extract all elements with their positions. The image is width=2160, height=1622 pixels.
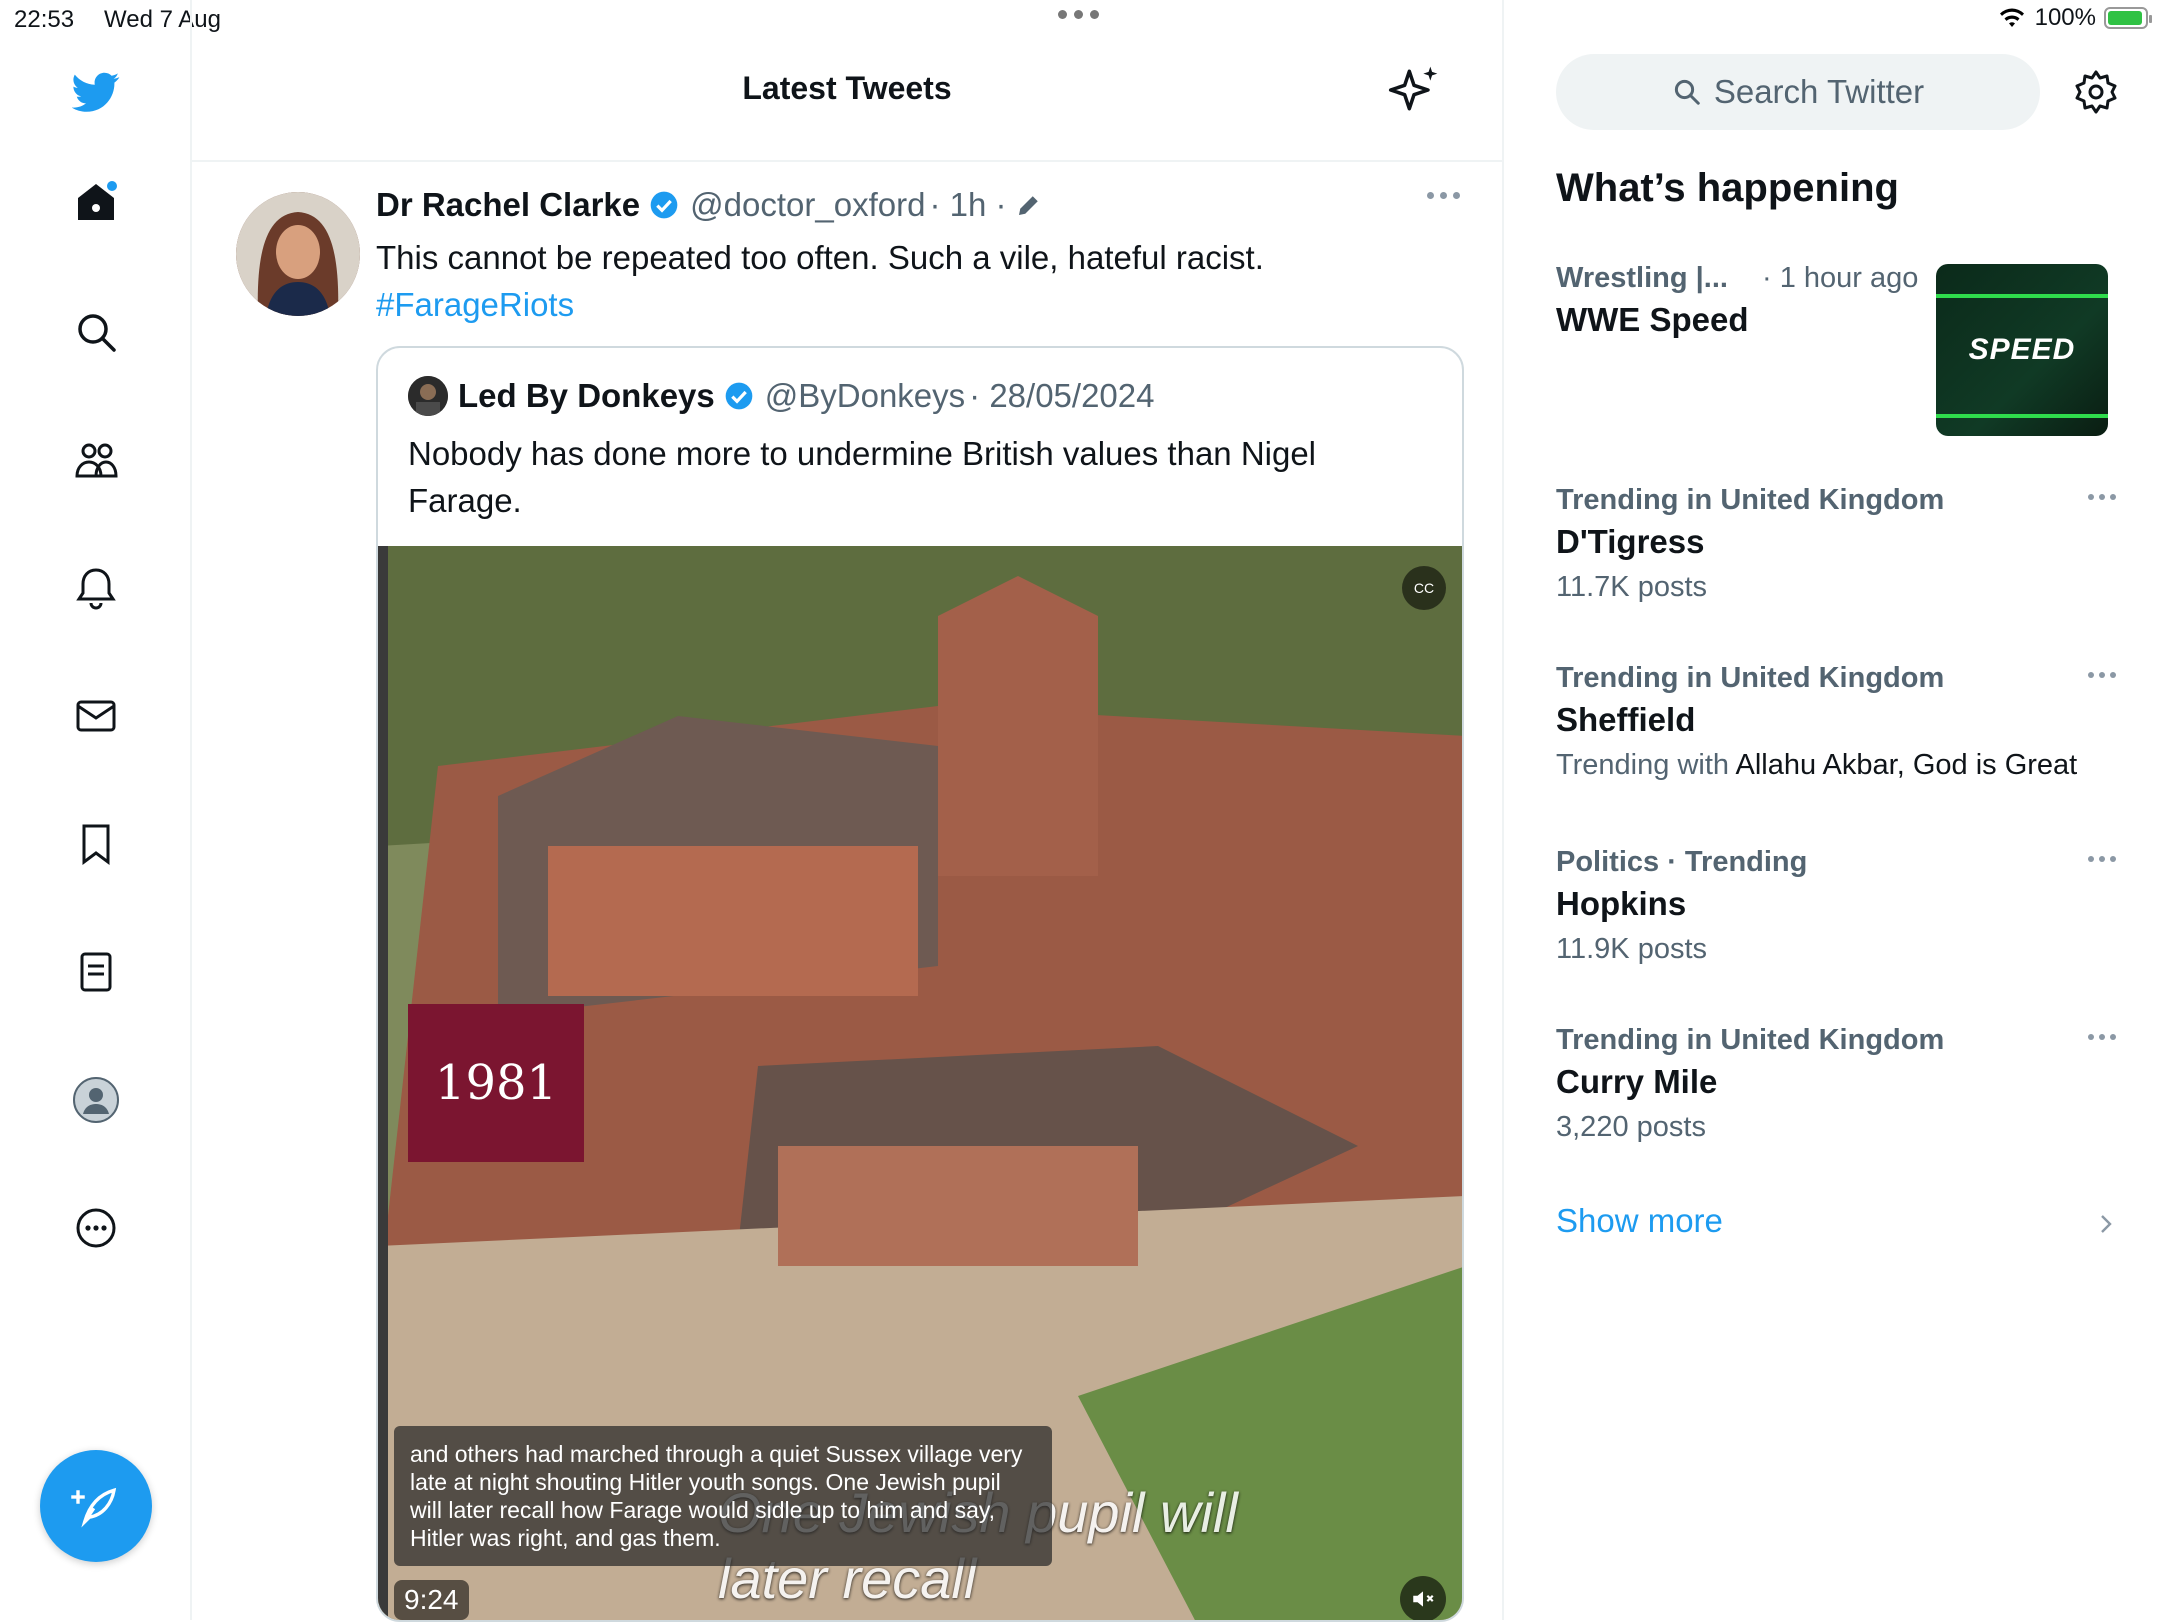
page-title: Latest Tweets bbox=[742, 70, 952, 106]
trend-meta: Politics · Trending bbox=[1556, 846, 2116, 879]
search-icon bbox=[1674, 79, 1700, 105]
trend-meta: Trending in United Kingdom bbox=[1556, 662, 2116, 695]
tweet-time: · 1h · bbox=[929, 186, 1007, 223]
quote-author-avatar[interactable] bbox=[408, 376, 448, 416]
bookmarks-icon[interactable] bbox=[60, 808, 132, 880]
author-avatar[interactable] bbox=[236, 192, 360, 316]
search-icon[interactable] bbox=[60, 296, 132, 368]
search-field[interactable]: Search Twitter bbox=[1556, 54, 2040, 130]
tweet-text: This cannot be repeated too often. Such … bbox=[376, 234, 1436, 328]
trend-item[interactable]: Trending in United Kingdom D'Tigress 11.… bbox=[1556, 484, 2116, 604]
trend-related-prefix: Trending with bbox=[1556, 749, 1730, 781]
trend-name: Sheffield bbox=[1556, 701, 1696, 738]
trend-name: Hopkins bbox=[1556, 885, 1687, 922]
communities-icon[interactable] bbox=[60, 424, 132, 496]
trend-related: Trending with Allahu Akbar, God is Great bbox=[1556, 749, 2116, 782]
mute-button[interactable] bbox=[1400, 1576, 1446, 1620]
trend-category: Trending in United Kingdom bbox=[1556, 662, 1945, 694]
edited-pencil-icon[interactable] bbox=[1014, 190, 1044, 220]
trend-item[interactable]: Trending in United Kingdom Sheffield Tre… bbox=[1556, 662, 2116, 782]
tweet-header: Dr Rachel Clarke @doctor_oxford · 1h · bbox=[376, 186, 1044, 224]
messages-icon[interactable] bbox=[60, 680, 132, 752]
profile-icon[interactable] bbox=[60, 1064, 132, 1136]
left-nav bbox=[0, 0, 192, 1620]
video-duration: 9:24 bbox=[394, 1580, 469, 1620]
search-placeholder: Search Twitter bbox=[1713, 73, 1925, 110]
trend-meta: Trending in United Kingdom bbox=[1556, 1024, 2116, 1057]
tweet[interactable]: Dr Rachel Clarke @doctor_oxford · 1h · T… bbox=[192, 162, 1502, 1622]
thumbnail-logo-text: SPEED bbox=[1968, 333, 2076, 366]
tweet-more-button[interactable] bbox=[1427, 192, 1460, 199]
timeline-header: Latest Tweets bbox=[192, 40, 1502, 162]
trend-more-button[interactable] bbox=[2088, 856, 2116, 862]
quote-date: · 28/05/2024 bbox=[969, 377, 1155, 414]
quote-author-name[interactable]: Led By Donkeys bbox=[458, 377, 715, 415]
quoted-tweet[interactable]: Led By Donkeys @ByDonkeys · 28/05/2024 N… bbox=[376, 346, 1464, 1622]
trend-category: Wrestling |... bbox=[1556, 262, 1728, 294]
year-badge: 1981 bbox=[408, 1004, 584, 1162]
trend-category: Trending in United Kingdom bbox=[1556, 484, 1945, 516]
trend-item[interactable]: Trending in United Kingdom Curry Mile 3,… bbox=[1556, 1024, 2116, 1144]
video-player[interactable]: 1981 One Jewish pupil will later recall … bbox=[378, 546, 1462, 1620]
quote-text: Nobody has done more to undermine Britis… bbox=[408, 435, 1317, 519]
twitter-logo-icon[interactable] bbox=[60, 56, 132, 128]
right-sidebar: Search Twitter What’s happening Wrestlin… bbox=[1504, 0, 2160, 1620]
trend-item[interactable]: Politics · Trending Hopkins 11.9K posts bbox=[1556, 846, 2116, 966]
trend-post-count: 3,220 posts bbox=[1556, 1111, 1706, 1143]
trend-related-terms: Allahu Akbar, God is Great bbox=[1735, 749, 2078, 781]
speaker-muted-icon bbox=[1413, 1591, 1434, 1607]
compose-icon bbox=[71, 1487, 117, 1528]
quote-author-handle[interactable]: @ByDonkeys bbox=[765, 377, 965, 415]
trend-category: Trending in United Kingdom bbox=[1556, 1024, 1945, 1056]
more-icon[interactable] bbox=[60, 1192, 132, 1264]
home-icon[interactable] bbox=[60, 166, 132, 238]
main-timeline: Latest Tweets Dr Rachel Clarke @doctor_o… bbox=[192, 0, 1504, 1622]
trend-more-button[interactable] bbox=[2088, 494, 2116, 500]
chevron-right-icon[interactable] bbox=[2094, 1210, 2118, 1238]
trend-thumbnail[interactable]: SPEED bbox=[1936, 264, 2108, 436]
quote-header: Led By Donkeys @ByDonkeys · 28/05/2024 bbox=[408, 376, 1154, 416]
show-more-link[interactable]: Show more bbox=[1556, 1202, 1723, 1240]
verified-badge-icon bbox=[725, 382, 753, 410]
sparkle-icon[interactable] bbox=[1386, 62, 1442, 118]
trend-meta: Trending in United Kingdom bbox=[1556, 484, 2116, 517]
tweet-body: This cannot be repeated too often. Such … bbox=[376, 239, 1264, 276]
trend-post-count: 11.7K posts bbox=[1556, 571, 1708, 603]
trend-category: Politics · Trending bbox=[1556, 846, 1808, 878]
trend-more-button[interactable] bbox=[2088, 672, 2116, 678]
hashtag-link[interactable]: #FarageRiots bbox=[376, 281, 1436, 328]
trend-name: D'Tigress bbox=[1556, 523, 1705, 560]
settings-gear-icon[interactable] bbox=[2072, 68, 2120, 116]
closed-captions-button[interactable]: CC bbox=[1402, 566, 1446, 610]
verified-badge-icon bbox=[650, 191, 678, 219]
compose-button[interactable] bbox=[40, 1450, 152, 1562]
trend-more-button[interactable] bbox=[2088, 1034, 2116, 1040]
trend-post-count: 11.9K posts bbox=[1556, 933, 1708, 965]
trend-time: · 1 hour ago bbox=[1762, 262, 1919, 294]
author-handle[interactable]: @doctor_oxford bbox=[690, 186, 925, 224]
closed-caption: and others had marched through a quiet S… bbox=[394, 1426, 1052, 1566]
lists-icon[interactable] bbox=[60, 936, 132, 1008]
whats-happening-heading: What’s happening bbox=[1556, 166, 1899, 210]
notifications-icon[interactable] bbox=[60, 552, 132, 624]
author-name[interactable]: Dr Rachel Clarke bbox=[376, 186, 640, 224]
trend-name: Curry Mile bbox=[1556, 1063, 1718, 1100]
